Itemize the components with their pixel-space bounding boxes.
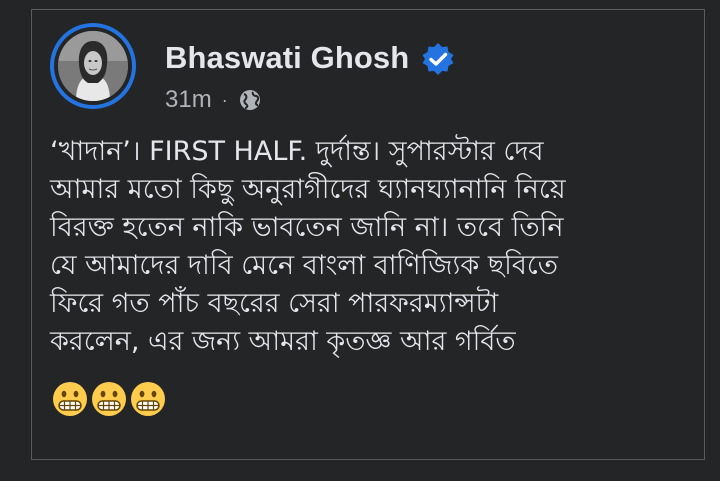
post-text-line: যে আমাদের দাবি মেনে বাংলা বাণিজ্যিক ছবিত…: [50, 250, 559, 281]
post-timestamp[interactable]: 31m: [165, 86, 212, 114]
post-text-line: আমার মতো কিছু অনুরাগীদের ঘ্যানঘ্যানানি ন…: [50, 174, 566, 205]
meta-separator: ·: [221, 89, 228, 110]
post-text-line: করলেন, এর জন্য আমরা কৃতজ্ঞ আর গর্বিত: [50, 326, 516, 357]
post-text-line: ‘খাদান’। FIRST HALF. দুর্দান্ত। সুপারস্ট…: [50, 136, 544, 167]
avatar[interactable]: [58, 31, 128, 101]
grimacing-face-emoji: [92, 382, 126, 416]
globe-icon[interactable]: [238, 88, 262, 112]
avatar-story-ring[interactable]: [50, 23, 136, 109]
post-text-line: বিরক্ত হতেন নাকি ভাবতেন জানি না। তবে তিন…: [50, 212, 564, 243]
grimacing-face-emoji: [131, 382, 165, 416]
post-meta: 31m ·: [165, 86, 262, 114]
verified-badge-icon: [422, 43, 454, 75]
grimacing-face-emoji: [53, 382, 87, 416]
avatar-photo: [58, 31, 128, 101]
avatar-ring-gap: [54, 27, 132, 105]
author-name[interactable]: Bhaswati Ghosh: [165, 40, 409, 76]
emoji-row: [52, 381, 166, 417]
post-text-line: ফিরে গত পাঁচ বছরের সেরা পারফরম্যান্সটা: [50, 288, 499, 319]
post-body: ‘খাদান’। FIRST HALF. দুর্দান্ত। সুপারস্ট…: [50, 133, 690, 361]
